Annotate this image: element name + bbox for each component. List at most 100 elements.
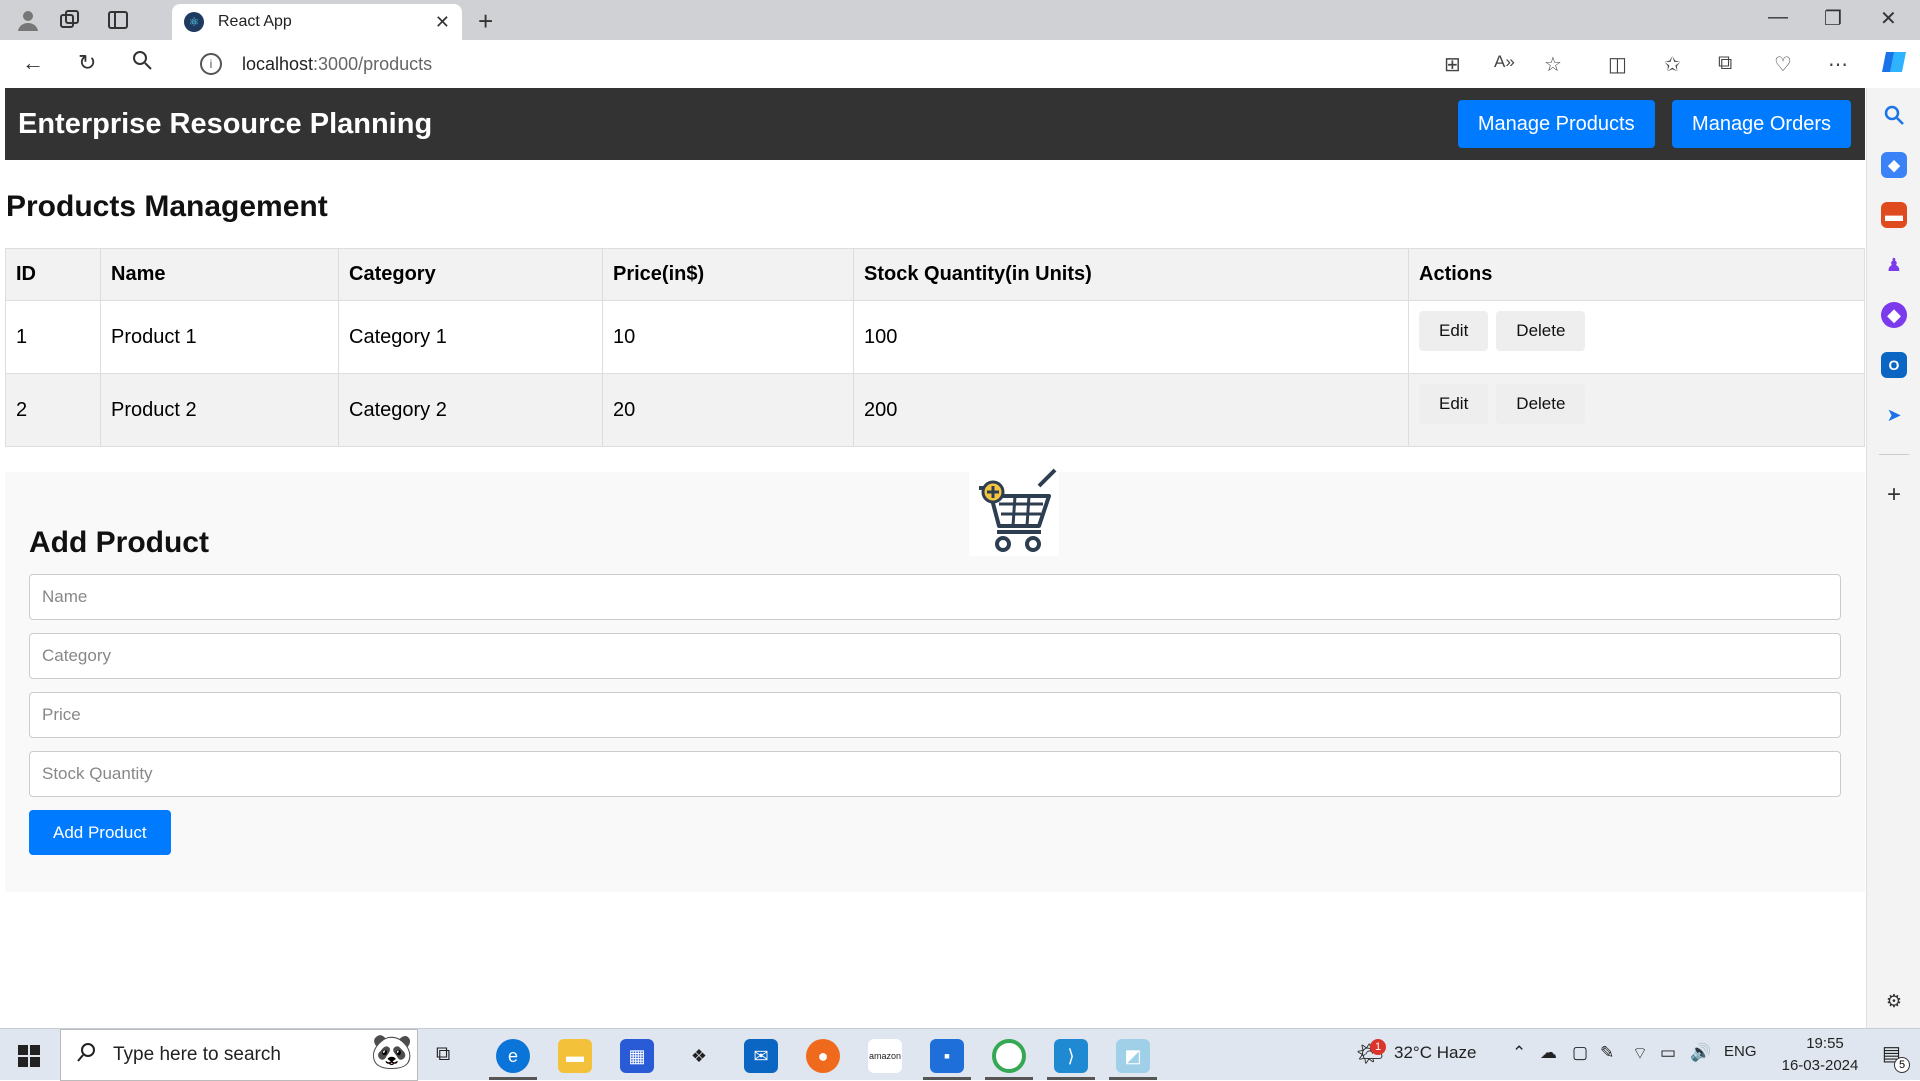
shopping-tag-icon[interactable]: ⬥	[1881, 152, 1907, 178]
pen-icon[interactable]: ✎	[1600, 1043, 1614, 1063]
store-icon[interactable]: ▦	[620, 1039, 654, 1073]
favorites-icon[interactable]: ✩	[1664, 52, 1681, 77]
add-product-button[interactable]: Add Product	[29, 810, 171, 855]
games-icon[interactable]: ♟	[1881, 252, 1907, 278]
weather-badge: 1	[1370, 1039, 1386, 1055]
site-info-icon[interactable]: i	[200, 53, 222, 75]
edge-icon[interactable]: e	[496, 1039, 530, 1073]
split-screen-icon[interactable]: ◫	[1608, 52, 1627, 77]
column-header-category: Category	[338, 248, 603, 301]
products-table: ID Name Category Price(in$) Stock Quanti…	[5, 248, 1865, 447]
file-explorer-icon[interactable]: ▬	[558, 1039, 592, 1073]
app-header: Enterprise Resource Planning Manage Prod…	[5, 88, 1865, 160]
tab-actions-icon[interactable]	[104, 6, 132, 34]
column-header-name: Name	[100, 248, 339, 301]
favorite-star-icon[interactable]: ☆	[1544, 52, 1562, 77]
clock-date[interactable]: 16-03-2024	[1770, 1057, 1870, 1074]
tab-title: React App	[218, 13, 292, 30]
cell-price: 10	[602, 300, 854, 374]
outlook-icon[interactable]: O	[1881, 352, 1907, 378]
mail-icon[interactable]: ✉	[744, 1039, 778, 1073]
clock-time[interactable]: 19:55	[1790, 1035, 1860, 1052]
language-indicator[interactable]: ENG	[1724, 1043, 1757, 1060]
firefox-icon[interactable]: ●	[806, 1039, 840, 1073]
windows-start-icon[interactable]	[18, 1045, 40, 1067]
microsoft365-icon[interactable]: ◆	[1881, 302, 1907, 328]
profile-icon[interactable]	[14, 6, 42, 34]
cell-stock: 200	[853, 373, 1409, 447]
cell-id: 1	[5, 300, 101, 374]
back-icon[interactable]: ←	[22, 50, 44, 76]
browser-tab[interactable]: ⚛ React App ✕	[172, 4, 462, 40]
cell-price: 20	[602, 373, 854, 447]
blue-app-icon[interactable]: ▪	[930, 1039, 964, 1073]
snipping-tool-icon[interactable]: ◩	[1116, 1039, 1150, 1073]
cell-id: 2	[5, 373, 101, 447]
notification-count: 5	[1894, 1057, 1910, 1073]
copilot-icon[interactable]	[1880, 48, 1908, 82]
weather-text[interactable]: 32°C Haze	[1394, 1043, 1476, 1063]
tools-icon[interactable]: ▬	[1881, 202, 1907, 228]
cell-name: Product 1	[100, 300, 339, 374]
manage-orders-button[interactable]: Manage Orders	[1672, 100, 1851, 148]
address-toolbar: ← ↻ i localhost:3000/products ⊞ A» ☆ ◫ ✩…	[0, 40, 1920, 88]
task-view-icon[interactable]: ⧉	[436, 1043, 450, 1066]
sidebar-search-icon[interactable]	[1881, 102, 1907, 128]
browser-tab-bar: ⚛ React App ✕ + — ❐ ✕	[0, 0, 1920, 40]
close-icon[interactable]: ✕	[435, 12, 450, 33]
category-input[interactable]	[29, 633, 1841, 679]
column-header-price: Price(in$)	[602, 248, 854, 301]
refresh-icon[interactable]: ↻	[78, 50, 96, 76]
cell-category: Category 2	[338, 373, 603, 447]
vscode-icon[interactable]: ⟩	[1054, 1039, 1088, 1073]
search-icon	[77, 1042, 97, 1068]
search-icon[interactable]	[132, 50, 152, 76]
collections-icon[interactable]: ⧉	[1718, 52, 1732, 75]
url-path: :3000/products	[313, 53, 433, 74]
stock-quantity-input[interactable]	[29, 751, 1841, 797]
minimize-icon[interactable]: —	[1768, 6, 1788, 29]
browser-essentials-icon[interactable]: ♡	[1774, 52, 1792, 77]
app-available-icon[interactable]: ⊞	[1444, 52, 1461, 77]
meet-icon[interactable]: ▢	[1572, 1043, 1588, 1063]
taskbar-search-placeholder: Type here to search	[113, 1044, 281, 1065]
new-tab-icon[interactable]: +	[478, 6, 493, 37]
page-content: Enterprise Resource Planning Manage Prod…	[5, 88, 1865, 1028]
restore-icon[interactable]: ❐	[1824, 6, 1842, 31]
table-header-row: ID Name Category Price(in$) Stock Quanti…	[5, 248, 1865, 301]
table-row: 1 Product 1 Category 1 10 100 Edit Delete	[5, 300, 1865, 374]
manage-products-button[interactable]: Manage Products	[1457, 100, 1655, 148]
onedrive-icon[interactable]: ☁	[1540, 1043, 1557, 1063]
window-close-icon[interactable]: ✕	[1880, 6, 1897, 31]
column-header-id: ID	[5, 248, 101, 301]
add-sidebar-app-icon[interactable]: +	[1881, 481, 1907, 508]
read-aloud-icon[interactable]: A»	[1494, 52, 1515, 72]
edit-button[interactable]: Edit	[1419, 384, 1489, 424]
chrome-icon[interactable]	[992, 1039, 1026, 1073]
delete-button[interactable]: Delete	[1496, 311, 1586, 351]
app-title: Enterprise Resource Planning	[18, 107, 433, 140]
workspaces-icon[interactable]	[56, 6, 84, 34]
url-bar[interactable]: i localhost:3000/products	[182, 46, 1582, 82]
cell-category: Category 1	[338, 300, 603, 374]
panda-search-highlight-icon: 🐼	[370, 1033, 413, 1071]
chevron-up-icon[interactable]: ⌃	[1512, 1043, 1526, 1063]
shopping-cart-plus-icon	[969, 466, 1059, 556]
price-input[interactable]	[29, 692, 1841, 738]
drop-send-icon[interactable]: ➤	[1881, 402, 1907, 428]
amazon-icon[interactable]: amazon	[868, 1039, 902, 1073]
url-host: localhost	[242, 53, 314, 74]
edit-button[interactable]: Edit	[1419, 311, 1489, 351]
edge-sidebar: ⬥ ▬ ♟ ◆ O ➤ + ⚙	[1866, 88, 1920, 1028]
dropbox-icon[interactable]: ❖	[682, 1039, 716, 1073]
delete-button[interactable]: Delete	[1496, 384, 1586, 424]
name-input[interactable]	[29, 574, 1841, 620]
page-title: Products Management	[6, 190, 328, 223]
wifi-icon[interactable]: ⌔	[1632, 1043, 1648, 1064]
sidebar-settings-icon[interactable]: ⚙	[1881, 988, 1907, 1014]
more-menu-icon[interactable]: ⋯	[1828, 52, 1848, 77]
battery-icon[interactable]: ▭	[1660, 1043, 1676, 1063]
taskbar-search[interactable]: Type here to search 🐼	[60, 1029, 418, 1081]
table-row: 2 Product 2 Category 2 20 200 Edit Delete	[5, 373, 1865, 447]
volume-icon[interactable]: 🔊	[1690, 1043, 1711, 1063]
